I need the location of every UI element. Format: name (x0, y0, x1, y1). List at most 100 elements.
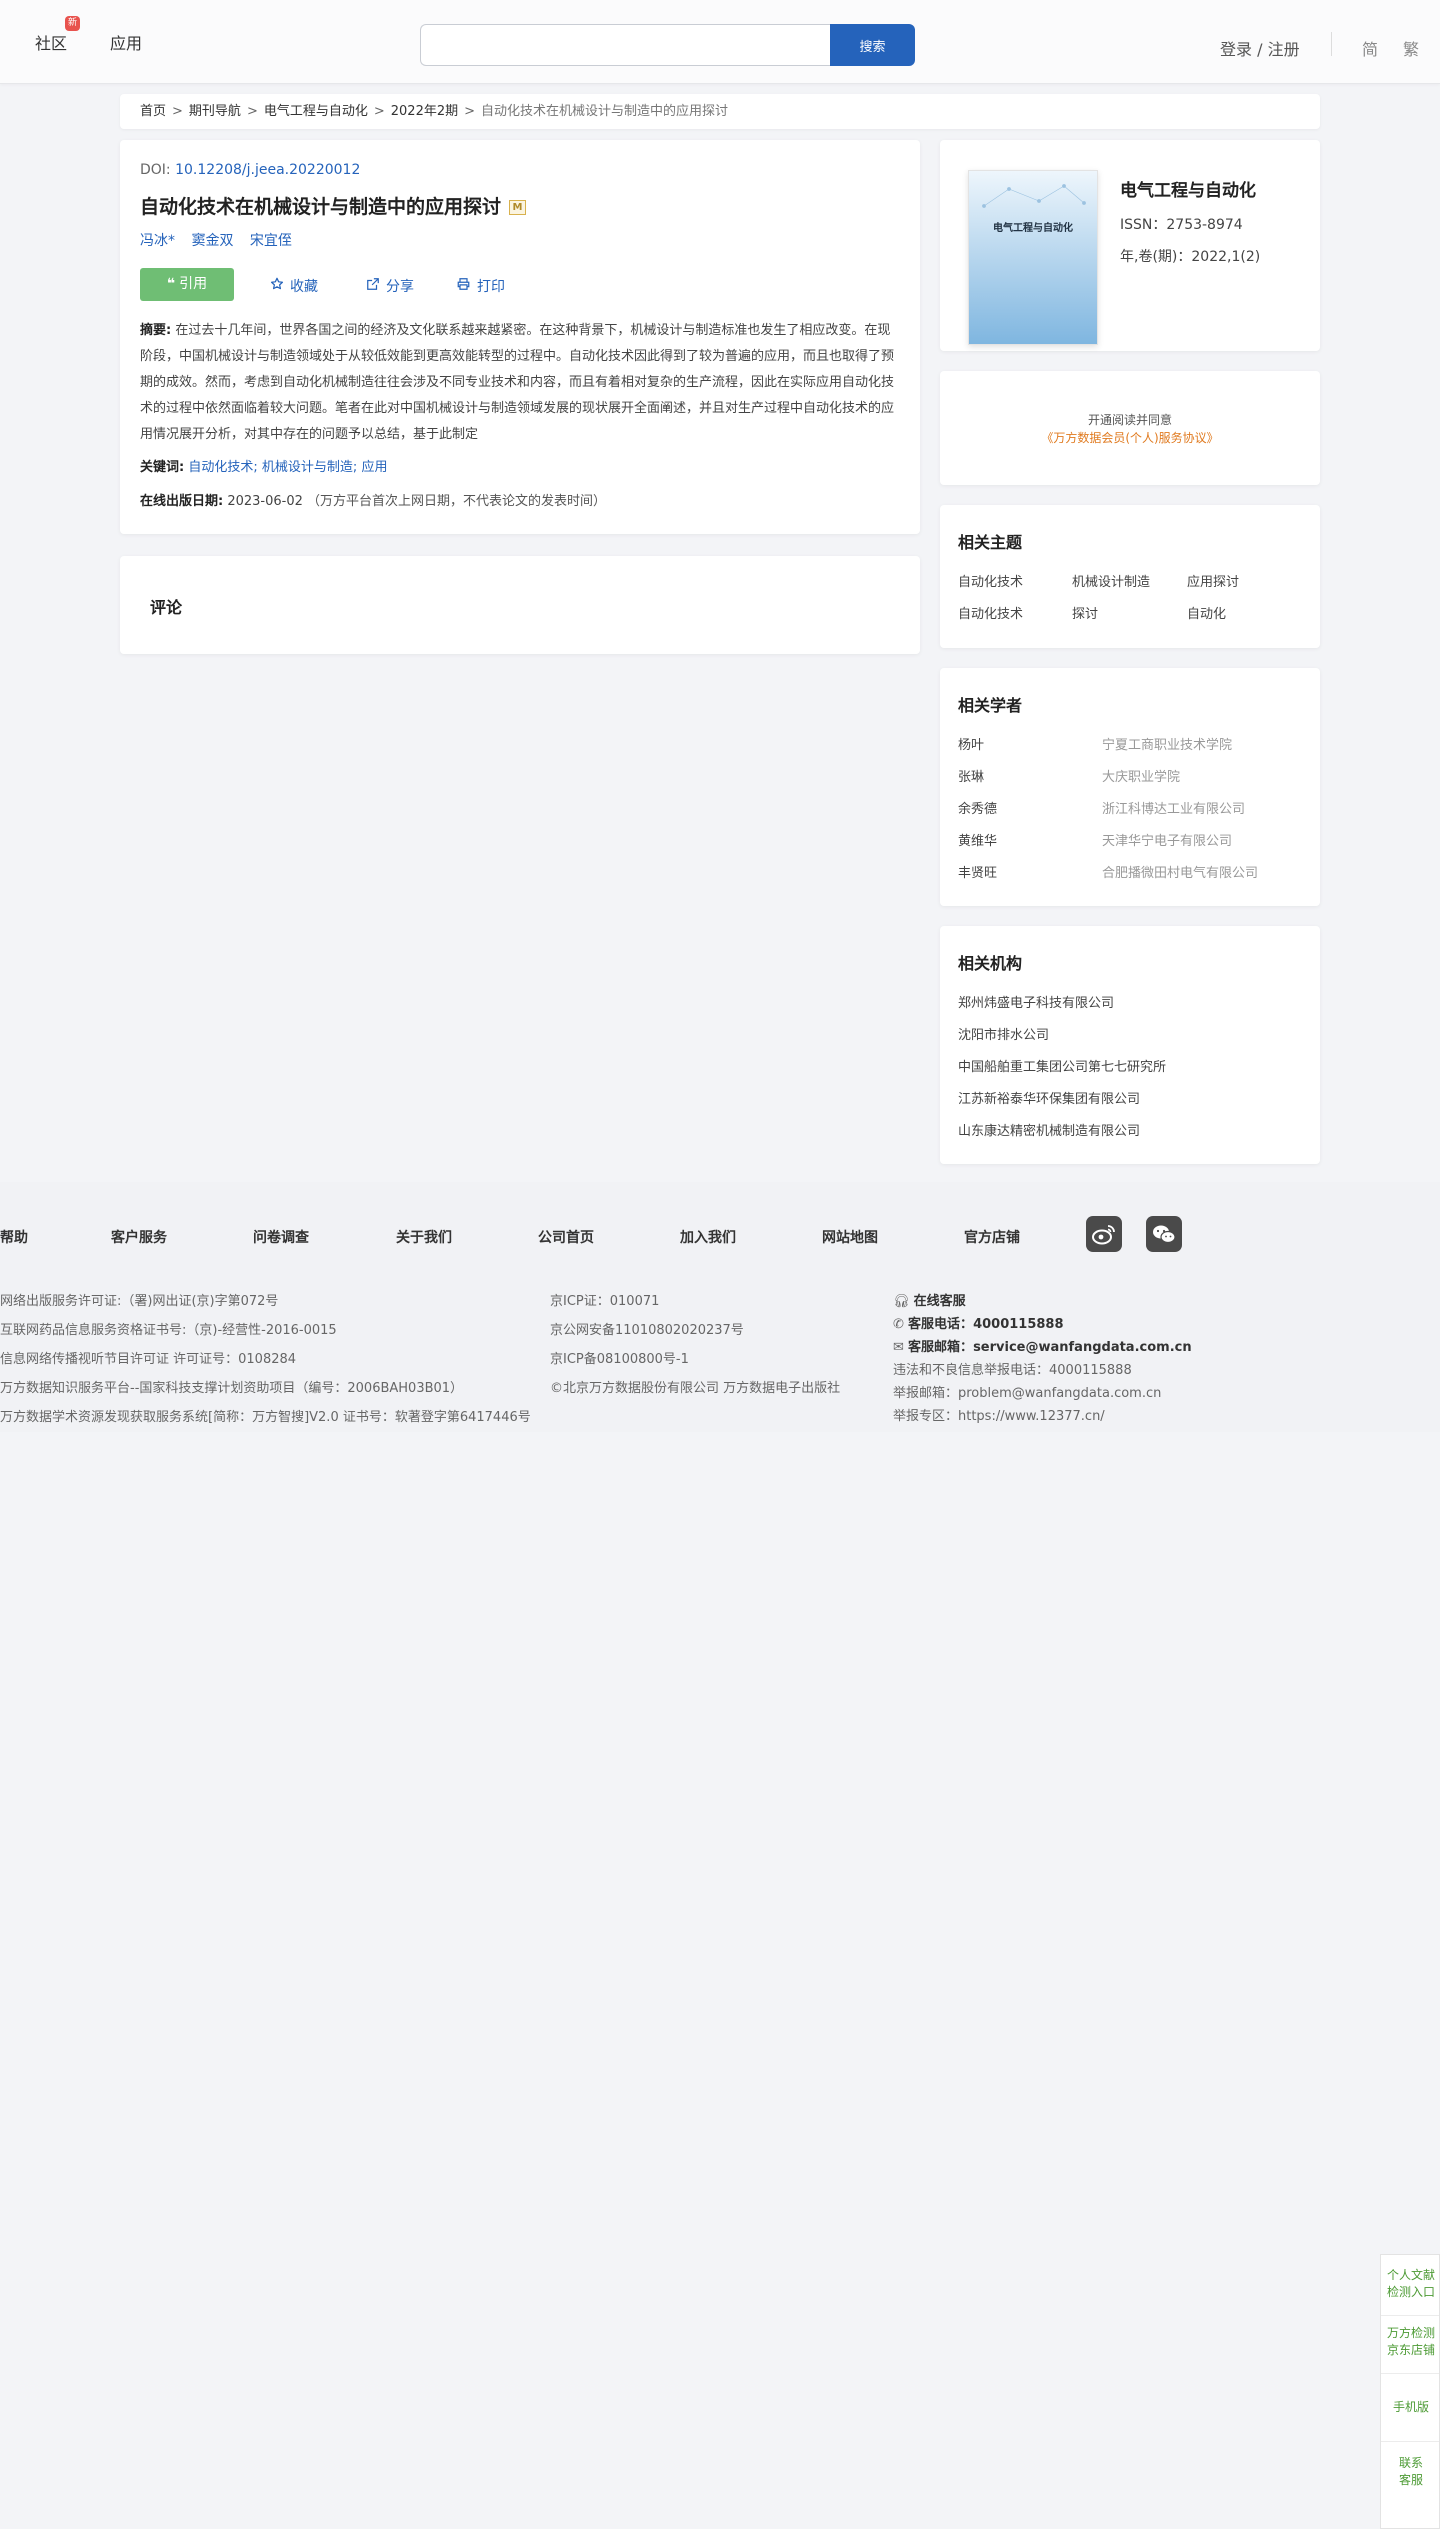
print-button[interactable]: 打印 (456, 276, 505, 296)
float-divider (1381, 2373, 1439, 2374)
org-link[interactable]: 中国船舶重工集团公司第七七研究所 (958, 1056, 1166, 1075)
header-divider (1331, 32, 1332, 56)
float-divider (1381, 2441, 1439, 2442)
breadcrumb-home[interactable]: 首页 (140, 104, 166, 119)
online-service-link[interactable]: 🎧︎ 在线客服 (893, 1290, 966, 1309)
abstract: 摘要: 在过去十几年间，世界各国之间的经济及文化联系越来越紧密。在这种背景下，机… (140, 323, 895, 442)
footer-link-survey[interactable]: 问卷调查 (253, 1227, 309, 1247)
org-link[interactable]: 郑州炜盛电子科技有限公司 (958, 992, 1114, 1011)
author-link[interactable]: 冯冰* (140, 233, 175, 249)
quote-icon: ❝ (166, 276, 176, 292)
footer-link-join[interactable]: 加入我们 (680, 1227, 736, 1247)
org-link[interactable]: 江苏新裕泰华环保集团有限公司 (958, 1088, 1140, 1107)
scholar-name[interactable]: 丰贤旺 (958, 862, 997, 881)
author-list: 冯冰* 窦金双 宋宜侄 (140, 230, 304, 250)
journal-name[interactable]: 电气工程与自动化 (1120, 176, 1256, 201)
service-email[interactable]: ✉ 客服邮箱：service@wanfangdata.com.cn (893, 1336, 1192, 1355)
search-button[interactable]: 搜索 (830, 24, 915, 66)
keyword-link[interactable]: 机械设计与制造 (262, 460, 353, 475)
community-new-badge: 新 (65, 16, 80, 31)
nav-apps[interactable]: 应用 (110, 30, 142, 54)
author-link[interactable]: 窦金双 (191, 233, 233, 249)
search-input[interactable] (420, 24, 830, 66)
nav-community[interactable]: 社区 (35, 30, 67, 54)
footer-icp[interactable]: 京ICP证：010071 (550, 1290, 659, 1309)
footer-icp[interactable]: 京ICP备08100800号-1 (550, 1348, 689, 1367)
float-contact-service[interactable]: 联系客服 (1381, 2455, 1440, 2489)
float-mobile[interactable]: 手机版 (1381, 2399, 1440, 2416)
scholar-org[interactable]: 合肥播微田村电气有限公司 (1102, 862, 1258, 881)
login-register-link[interactable]: 登录 / 注册 (1220, 36, 1300, 60)
scholar-org[interactable]: 浙江科博达工业有限公司 (1102, 798, 1245, 817)
related-orgs-title: 相关机构 (958, 954, 1023, 973)
breadcrumb-issue[interactable]: 2022年2期 (391, 104, 458, 119)
author-link[interactable]: 宋宜侄 (250, 233, 292, 249)
topic-link[interactable]: 机械设计制造 (1072, 571, 1150, 590)
footer-link-about[interactable]: 关于我们 (396, 1227, 452, 1247)
comments-title: 评论 (150, 598, 183, 617)
favorite-button[interactable]: 收藏 (270, 276, 318, 296)
lang-simplified[interactable]: 简 (1362, 36, 1378, 60)
footer-icp[interactable]: 京公网安备11010802020237号 (550, 1319, 744, 1338)
share-icon (366, 277, 380, 295)
footer-link-company[interactable]: 公司首页 (538, 1227, 594, 1247)
comments-card: 评论 (120, 556, 920, 654)
doi-link[interactable]: 10.12208/j.jeea.20220012 (175, 162, 360, 178)
footer-link-help[interactable]: 帮助 (0, 1227, 28, 1247)
scholar-name[interactable]: 黄维华 (958, 830, 997, 849)
footer-license: 网络出版服务许可证:（署)网出证(京)字第072号 (0, 1294, 279, 1309)
breadcrumb: 首页 > 期刊导航 > 电气工程与自动化 >2022年2期 > 自动化技术在机械设计与制造中的… (120, 94, 1320, 129)
online-publish-date: 在线出版日期: 2023-06-02 （万方平台首次上网日期，不代表论文的发表时… (140, 494, 607, 509)
org-link[interactable]: 山东康达精密机械制造有限公司 (958, 1120, 1140, 1139)
topic-link[interactable]: 应用探讨 (1187, 571, 1239, 590)
journal-volume: 年,卷(期)：2022,1(2) (1120, 249, 1261, 265)
topic-link[interactable]: 自动化技术 (958, 571, 1023, 590)
report-email[interactable]: 举报邮箱：problem@wanfangdata.com.cn (893, 1382, 1161, 1401)
float-plagiarism-check[interactable]: 个人文献检测入口 (1381, 2267, 1440, 2301)
agreement-link[interactable]: 《万方数据会员(个人)服务协议》 (940, 429, 1320, 446)
breadcrumb-journal[interactable]: 电气工程与自动化 (264, 104, 368, 119)
related-topics-title: 相关主题 (958, 533, 1023, 552)
scholar-name[interactable]: 余秀德 (958, 798, 997, 817)
keyword-link[interactable]: 应用 (361, 460, 387, 475)
cover-title: 电气工程与自动化 (993, 223, 1073, 234)
related-scholars-title: 相关学者 (958, 696, 1023, 715)
cite-button[interactable]: ❝ 引用 (140, 268, 234, 301)
top-navigation-bar: 社区 新 应用 搜索 登录 / 注册 简 繁 (0, 0, 1440, 84)
footer-link-service[interactable]: 客户服务 (111, 1227, 167, 1247)
report-site[interactable]: 举报专区：https://www.12377.cn/ (893, 1405, 1105, 1424)
lang-traditional[interactable]: 繁 (1403, 36, 1419, 60)
scholar-org[interactable]: 大庆职业学院 (1102, 766, 1180, 785)
footer-license: 信息网络传播视听节目许可证 许可证号：0108284 (0, 1352, 297, 1367)
journal-card: 电气工程与自动化 电气工程与自动化 ISSN：2753-8974 年,卷(期)：… (940, 140, 1320, 351)
weibo-icon[interactable] (1086, 1216, 1122, 1252)
breadcrumb-current: 自动化技术在机械设计与制造中的应用探讨 (481, 104, 729, 119)
topic-link[interactable]: 自动化技术 (958, 603, 1023, 622)
breadcrumb-journals[interactable]: 期刊导航 (189, 104, 241, 119)
keyword-link[interactable]: 自动化技术 (188, 460, 253, 475)
footer: 帮助 客户服务 问卷调查 关于我们 公司首页 加入我们 网站地图 官方店铺 网络… (0, 1182, 1440, 1432)
float-divider (1381, 2315, 1439, 2316)
share-button[interactable]: 分享 (366, 276, 414, 296)
topic-link[interactable]: 探讨 (1072, 603, 1098, 622)
org-link[interactable]: 沈阳市排水公司 (958, 1024, 1049, 1043)
float-jd-store[interactable]: 万方检测京东店铺 (1381, 2325, 1440, 2359)
doi-line: DOI: 10.12208/j.jeea.20220012 (140, 162, 361, 178)
scholar-name[interactable]: 张琳 (958, 766, 984, 785)
related-orgs-card: 相关机构 郑州炜盛电子科技有限公司 沈阳市排水公司 中国船舶重工集团公司第七七研… (940, 926, 1320, 1164)
wechat-icon[interactable] (1146, 1216, 1182, 1252)
footer-license: 万方数据知识服务平台--国家科技支撑计划资助项目（编号：2006BAH03B01… (0, 1381, 464, 1396)
journal-cover-image[interactable]: 电气工程与自动化 (968, 170, 1098, 345)
footer-license: 互联网药品信息服务资格证书号:（京)-经营性-2016-0015 (0, 1323, 337, 1338)
m-badge-icon: M (509, 200, 527, 215)
footer-link-sitemap[interactable]: 网站地图 (822, 1227, 878, 1247)
topic-link[interactable]: 自动化 (1187, 603, 1226, 622)
mail-icon: ✉ (893, 1340, 904, 1355)
footer-link-store[interactable]: 官方店铺 (964, 1227, 1020, 1247)
scholar-org[interactable]: 宁夏工商职业技术学院 (1102, 734, 1232, 753)
scholar-org[interactable]: 天津华宁电子有限公司 (1102, 830, 1232, 849)
footer-license: 万方数据学术资源发现获取服务系统[简称：万方智搜]V2.0 证书号：软著登字第6… (0, 1410, 531, 1425)
membership-agreement-card: 开通阅读并同意 《万方数据会员(个人)服务协议》 (940, 371, 1320, 485)
scholar-name[interactable]: 杨叶 (958, 734, 984, 753)
agreement-text: 开通阅读并同意 (1087, 413, 1172, 427)
